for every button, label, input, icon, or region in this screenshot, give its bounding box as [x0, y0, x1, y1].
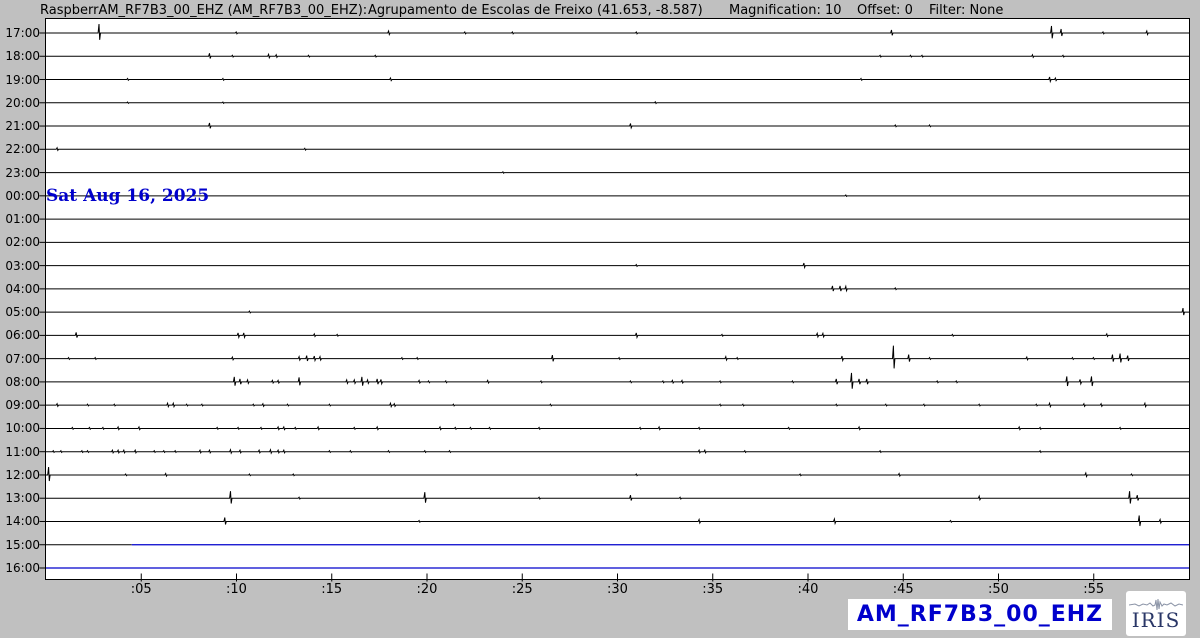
minute-label: :50	[977, 582, 1021, 597]
hour-label: 02:00	[0, 235, 40, 249]
iris-logo-text: IRIS	[1132, 610, 1181, 630]
hour-label: 01:00	[0, 212, 40, 226]
helicorder-plot[interactable]	[0, 0, 1200, 638]
minute-label: :15	[310, 582, 354, 597]
hour-label: 04:00	[0, 282, 40, 296]
hour-label: 10:00	[0, 421, 40, 435]
hour-label: 09:00	[0, 398, 40, 412]
hour-label: 15:00	[0, 538, 40, 552]
hour-label: 22:00	[0, 142, 40, 156]
minute-label: :35	[691, 582, 735, 597]
minute-label: :25	[500, 582, 544, 597]
hour-label: 16:00	[0, 561, 40, 575]
hour-label: 11:00	[0, 445, 40, 459]
minute-label: :30	[596, 582, 640, 597]
hour-label: 23:00	[0, 166, 40, 180]
minute-label: :20	[405, 582, 449, 597]
iris-logo: IRIS	[1126, 591, 1186, 636]
minute-label: :40	[786, 582, 830, 597]
hour-label: 20:00	[0, 96, 40, 110]
hour-label: 14:00	[0, 514, 40, 528]
hour-label: 13:00	[0, 491, 40, 505]
date-label: Sat Aug 16, 2025	[46, 186, 209, 206]
hour-label: 06:00	[0, 328, 40, 342]
station-badge: AM_RF7B3_00_EHZ	[848, 599, 1112, 630]
hour-label: 05:00	[0, 305, 40, 319]
minute-label: :05	[119, 582, 163, 597]
hour-label: 18:00	[0, 49, 40, 63]
hour-label: 21:00	[0, 119, 40, 133]
minute-label: :45	[881, 582, 925, 597]
hour-label: 17:00	[0, 26, 40, 40]
minute-label: :55	[1072, 582, 1116, 597]
hour-label: 08:00	[0, 375, 40, 389]
hour-label: 12:00	[0, 468, 40, 482]
heliplot-screen: RaspberrAM_RF7B3_00_EHZ (AM_RF7B3_00_EHZ…	[0, 0, 1200, 638]
hour-label: 03:00	[0, 259, 40, 273]
hour-label: 19:00	[0, 73, 40, 87]
hour-label: 07:00	[0, 352, 40, 366]
minute-label: :10	[215, 582, 259, 597]
hour-label: 00:00	[0, 189, 40, 203]
